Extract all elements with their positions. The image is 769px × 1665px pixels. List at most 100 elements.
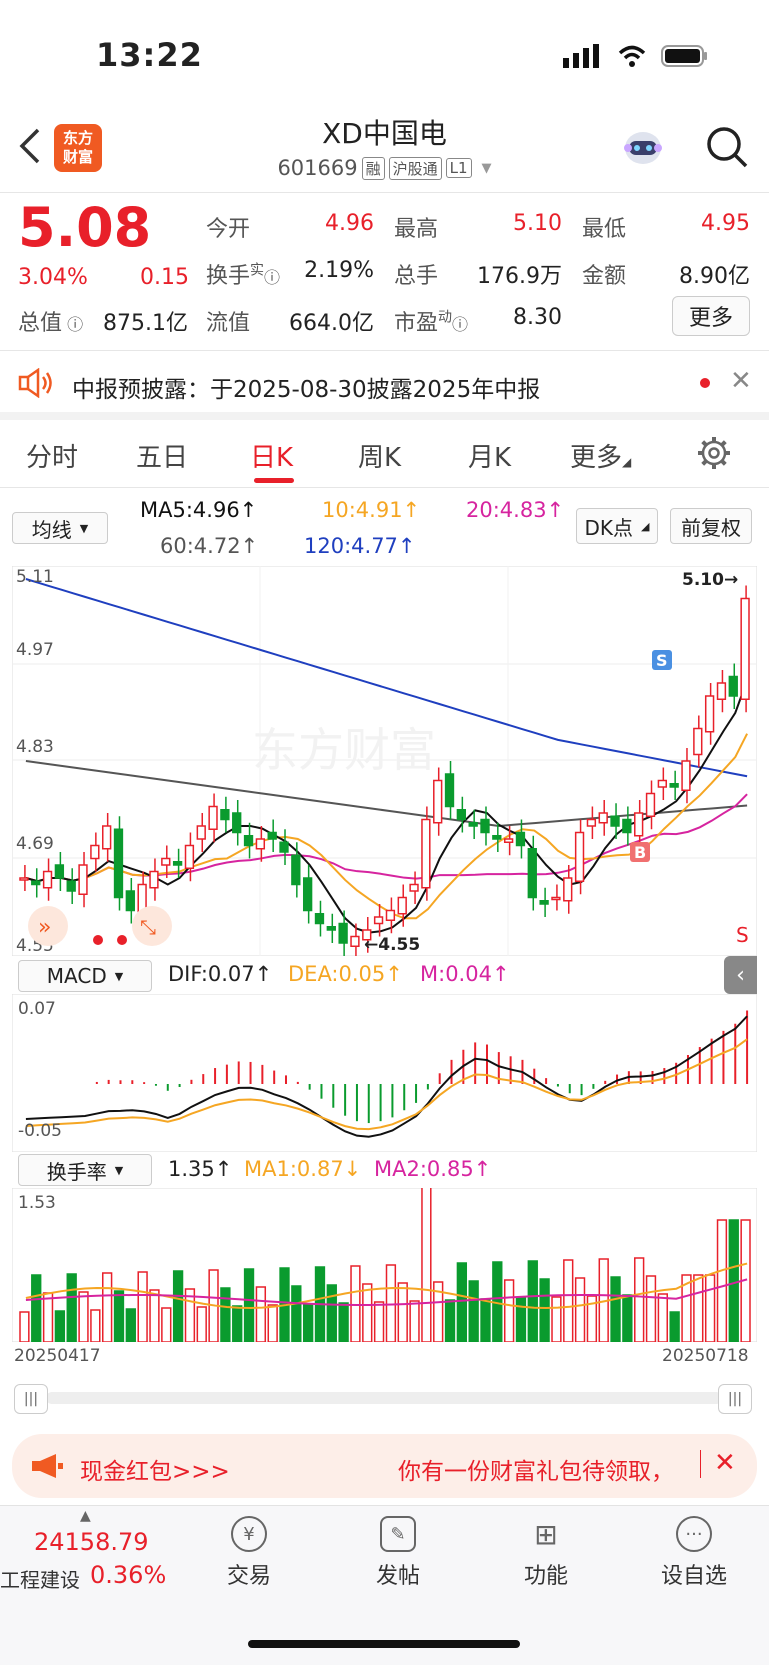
tab-weekly-k[interactable]: 周K <box>358 437 401 474</box>
macd-selector[interactable]: MACD ▼ <box>18 960 152 992</box>
candle <box>102 825 112 850</box>
dk-point-button[interactable]: DK点 ◢ <box>576 508 658 544</box>
candle <box>444 773 455 808</box>
turnover-bar <box>42 1292 54 1342</box>
ma-selector[interactable]: 均线 ▼ <box>12 512 108 544</box>
turnover-bar <box>243 1268 255 1342</box>
robot-assistant-icon[interactable] <box>620 126 666 170</box>
close-promo-icon[interactable]: ✕ <box>714 1448 736 1478</box>
double-chevron-icon: » <box>38 915 51 940</box>
index-value[interactable]: 24158.79 <box>34 1528 149 1556</box>
range-handle-left[interactable]: ||| <box>14 1384 48 1414</box>
speaker-icon <box>18 367 54 402</box>
tab-daily-k[interactable]: 日K <box>250 437 293 474</box>
kline-chart[interactable]: 东方财富 5.11 4.97 4.83 4.69 4.55 5.10→ ←4.5… <box>12 566 757 956</box>
close-notice-icon[interactable]: ✕ <box>730 366 752 396</box>
candle <box>208 805 218 830</box>
range-handle-right[interactable]: ||| <box>718 1384 752 1414</box>
event-dot[interactable] <box>117 935 127 945</box>
candle <box>397 896 407 915</box>
turnover-top-tick: 1.53 <box>18 1193 56 1213</box>
turnover-bar <box>728 1219 739 1342</box>
range-track[interactable] <box>46 1392 722 1404</box>
turnover-selector[interactable]: 换手率 ▼ <box>18 1154 152 1186</box>
turnover-bar <box>456 1262 468 1342</box>
turnover-ma2: MA2:0.85↑ <box>374 1157 492 1181</box>
turnover-bar <box>291 1285 302 1342</box>
forward-adjust-button[interactable]: 前复权 <box>670 508 752 544</box>
tag-connect: 沪股通 <box>388 156 442 180</box>
status-icons <box>563 44 709 68</box>
turnover-bar <box>645 1275 657 1342</box>
candle <box>125 890 135 912</box>
candle <box>468 822 478 827</box>
candle <box>657 779 667 788</box>
turnover-bar <box>232 1305 243 1342</box>
signal-icon <box>563 44 599 68</box>
turnover-bar <box>172 1270 184 1342</box>
turnover-bar <box>716 1219 728 1342</box>
mktcap-value: 875.1亿 <box>103 311 188 336</box>
turnover-bar <box>634 1257 645 1342</box>
volume-label: 总手 <box>394 264 439 289</box>
low-marker: ←4.55 <box>364 935 420 955</box>
candle <box>634 812 644 837</box>
promo-divider <box>700 1450 701 1478</box>
collapse-panel-button[interactable]: ‹ <box>724 956 757 994</box>
y-tick: 4.97 <box>16 640 54 660</box>
turnover-bar <box>161 1307 172 1342</box>
candle <box>492 835 502 840</box>
candle <box>19 877 29 881</box>
turnover-value: 2.19% <box>304 258 374 283</box>
tab-intraday[interactable]: 分时 <box>26 437 78 474</box>
candle <box>503 838 514 843</box>
ma10-value: 10:4.91↑ <box>322 498 421 522</box>
ma60-value: 60:4.72↑ <box>160 534 259 558</box>
nav-trade[interactable]: ¥ 交易 <box>199 1516 299 1590</box>
turnover-bar <box>102 1272 113 1342</box>
candle <box>740 597 750 700</box>
caret-down-icon[interactable]: ▼ <box>482 161 492 176</box>
turnover-bar <box>125 1308 136 1342</box>
turnover-bar <box>657 1293 668 1342</box>
more-quote-button[interactable]: 更多 <box>672 296 750 336</box>
candle <box>149 870 159 889</box>
mktcap-label: 总值 ⓘ <box>18 311 84 336</box>
tab-monthly-k[interactable]: 月K <box>468 437 511 474</box>
candle <box>433 779 443 824</box>
wifi-icon <box>618 45 646 67</box>
nav-add-watchlist[interactable]: ··· 设自选 <box>644 1516 744 1590</box>
change-value: 0.15 <box>140 265 189 290</box>
search-button[interactable] <box>704 124 750 174</box>
turnover-bar <box>196 1306 207 1342</box>
candle <box>78 864 88 895</box>
promo-left-text: 现金红包>>> <box>80 1459 230 1485</box>
candle <box>515 831 526 847</box>
settings-gear-icon[interactable] <box>697 436 731 474</box>
candle <box>409 883 419 892</box>
macd-dif: DIF:0.07↑ <box>168 962 273 986</box>
candle <box>243 835 254 847</box>
tab-more[interactable]: 更多◢ <box>570 437 631 474</box>
turnover-bar <box>19 1311 30 1342</box>
turnover-bar <box>539 1278 550 1342</box>
turnover-bar <box>90 1309 101 1342</box>
nav-post[interactable]: ✎ 发帖 <box>348 1516 448 1590</box>
macd-top-tick: 0.07 <box>18 999 56 1019</box>
turnover-bar <box>31 1274 42 1342</box>
notice-text[interactable]: 中报预披露：于2025-08-30披露2025年中报 <box>72 370 540 404</box>
candle <box>220 809 230 821</box>
candle <box>598 812 608 824</box>
nav-functions[interactable]: ⊞ 功能 <box>496 1516 596 1590</box>
candle <box>669 783 679 788</box>
candle <box>622 818 632 834</box>
event-dot[interactable] <box>93 935 103 945</box>
candle <box>681 760 691 791</box>
macd-chart[interactable]: 0.07 -0.05 <box>12 994 757 1152</box>
turnover-chart[interactable]: 1.53 <box>12 1188 757 1342</box>
index-name[interactable]: 工程建设 <box>0 1564 80 1593</box>
tab-five-day[interactable]: 五日 <box>136 437 188 474</box>
turnover-bar <box>421 1188 432 1342</box>
date-end: 20250718 <box>662 1346 749 1366</box>
candle <box>539 900 549 905</box>
